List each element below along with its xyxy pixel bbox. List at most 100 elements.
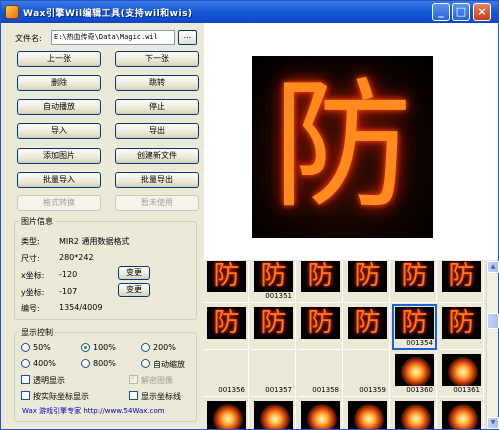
size-label: 尺寸: <box>21 254 40 263</box>
scroll-down-arrow[interactable]: ▼ <box>487 417 499 429</box>
thumbnail-cell[interactable]: 防 <box>204 261 249 303</box>
title-bar[interactable]: Wax引擎Wil编辑工具(支持wil和wis) _ □ × <box>1 1 498 23</box>
x-change-button[interactable]: 变更 <box>118 266 150 280</box>
decrypt-checkbox[interactable] <box>129 373 138 384</box>
zoom-200-label: 200% <box>153 343 176 352</box>
export-button[interactable]: 导出 <box>115 123 199 139</box>
show-axis-checkbox[interactable] <box>129 391 138 400</box>
y-coord-value: -107 <box>59 287 78 296</box>
close-button[interactable]: × <box>473 3 491 21</box>
thumbnail-cell[interactable]: 防 <box>345 304 390 350</box>
thumbnail-cell[interactable]: 防 <box>251 304 296 350</box>
zoom-200-radio[interactable] <box>141 343 150 352</box>
y-coord-label: y坐标: <box>21 288 45 297</box>
zoom-50-radio[interactable] <box>21 343 30 352</box>
thumbnail-glyph: 防 <box>401 308 428 338</box>
thumbnail-cell[interactable]: 001356 <box>204 351 249 397</box>
thumbnail-glyph: 防 <box>213 261 240 291</box>
window-title: Wax引擎Wil编辑工具(支持wil和wis) <box>23 9 193 19</box>
grid-scrollbar[interactable]: ▲ ▼ <box>486 261 499 429</box>
thumbnail-cell[interactable]: 001360 <box>392 351 437 397</box>
zoom-800-radio[interactable] <box>81 359 90 368</box>
file-name-label: 文件名: <box>15 34 42 43</box>
create-file-button[interactable]: 创建新文件 <box>115 148 199 164</box>
thumbnail-cell[interactable]: 防 <box>345 261 390 303</box>
transparent-label: 透明显示 <box>33 376 65 385</box>
jump-button[interactable]: 跳转 <box>115 75 199 91</box>
format-convert-button[interactable]: 格式转换 <box>17 195 101 211</box>
thumbnail-cell[interactable] <box>204 398 249 429</box>
thumbnail-cell[interactable]: 防 <box>298 261 343 303</box>
type-label: 类型: <box>21 237 40 246</box>
y-change-button[interactable]: 变更 <box>118 283 150 297</box>
thumbnail-cell[interactable]: 001359 <box>345 351 390 397</box>
control-panel: 文件名: E:\热血传奇\Data\Magic.wil ... 上一张 下一张 … <box>1 23 203 429</box>
thumbnail-glyph: 防 <box>401 261 428 291</box>
scroll-thumb[interactable] <box>487 313 499 329</box>
next-button[interactable]: 下一张 <box>115 51 199 67</box>
autoplay-button[interactable]: 自动播放 <box>17 99 101 115</box>
thumbnail-number: 001356 <box>218 386 245 394</box>
delete-button[interactable]: 删除 <box>17 75 101 91</box>
decrypt-label: 解密图像 <box>141 376 173 385</box>
thumbnail-cell[interactable]: 防 <box>204 304 249 350</box>
thumbnail-cell[interactable]: 防 <box>392 261 437 303</box>
thumbnail-number: 001360 <box>406 386 433 394</box>
image-info-title: 图片信息 <box>19 216 55 227</box>
footer-link[interactable]: Wax 游戏引擎专家 http://www.54Wax.com <box>22 406 165 416</box>
thumbnail-cell[interactable]: 防 <box>298 304 343 350</box>
zoom-400-label: 400% <box>33 359 56 368</box>
maximize-button[interactable]: □ <box>452 3 470 21</box>
x-coord-label: x坐标: <box>21 271 45 280</box>
batch-export-button[interactable]: 批量导出 <box>115 172 199 188</box>
index-value: 1354/4009 <box>59 303 103 312</box>
display-control-title: 显示控制 <box>19 327 55 338</box>
x-coord-value: -120 <box>59 270 78 279</box>
browse-button[interactable]: ... <box>178 30 197 45</box>
fire-effect-image <box>401 357 431 386</box>
thumbnail-cell[interactable]: 防 001351 <box>251 261 296 303</box>
thumbnail-grid[interactable]: 防防 001351 防防防防防防防防防 001354 防 001356 001357 0013… <box>204 261 486 429</box>
thumbnail-image: 防 <box>301 307 340 339</box>
thumbnail-cell[interactable]: 001358 <box>298 351 343 397</box>
fire-effect-image <box>401 404 431 429</box>
thumbnail-glyph: 防 <box>448 261 475 291</box>
preview-image: 防 <box>252 56 433 238</box>
thumbnail-cell[interactable]: 防 <box>439 304 484 350</box>
fire-effect-image <box>448 357 478 386</box>
thumbnail-cell[interactable] <box>439 398 484 429</box>
thumbnail-cell[interactable]: 001357 <box>251 351 296 397</box>
zoom-100-label: 100% <box>93 343 116 352</box>
thumbnail-cell[interactable] <box>251 398 296 429</box>
actual-coords-checkbox[interactable] <box>21 391 30 400</box>
thumbnail-image: 防 <box>395 261 434 292</box>
transparent-checkbox[interactable] <box>21 375 30 384</box>
thumbnail-image: 防 <box>207 307 246 339</box>
thumbnail-cell[interactable] <box>298 398 343 429</box>
thumbnail-number: 001354 <box>406 339 433 347</box>
thumbnail-cell[interactable]: 001361 <box>439 351 484 397</box>
import-button[interactable]: 导入 <box>17 123 101 139</box>
thumbnail-image <box>254 401 293 429</box>
scroll-up-arrow[interactable]: ▲ <box>487 261 499 273</box>
prev-button[interactable]: 上一张 <box>17 51 101 67</box>
fire-effect-image <box>260 404 290 429</box>
thumbnail-cell[interactable] <box>392 398 437 429</box>
thumbnail-image <box>207 401 246 429</box>
zoom-400-radio[interactable] <box>21 359 30 368</box>
thumbnail-cell[interactable] <box>345 398 390 429</box>
thumbnail-glyph: 防 <box>354 261 381 291</box>
thumbnail-cell[interactable]: 防 <box>439 261 484 303</box>
thumbnail-image: 防 <box>442 307 481 339</box>
minimize-button[interactable]: _ <box>432 3 450 21</box>
not-used-button[interactable]: 暂未使用 <box>115 195 199 211</box>
add-image-button[interactable]: 添加图片 <box>17 148 101 164</box>
zoom-auto-radio[interactable] <box>141 359 150 368</box>
file-path-input[interactable]: E:\热血传奇\Data\Magic.wil <box>51 30 175 45</box>
stop-button[interactable]: 停止 <box>115 99 199 115</box>
thumbnail-glyph: 防 <box>260 308 287 338</box>
thumbnail-cell[interactable]: 防 001354 <box>392 304 437 350</box>
thumbnail-glyph: 防 <box>307 308 334 338</box>
zoom-100-radio[interactable] <box>81 343 90 352</box>
batch-import-button[interactable]: 批量导入 <box>17 172 101 188</box>
